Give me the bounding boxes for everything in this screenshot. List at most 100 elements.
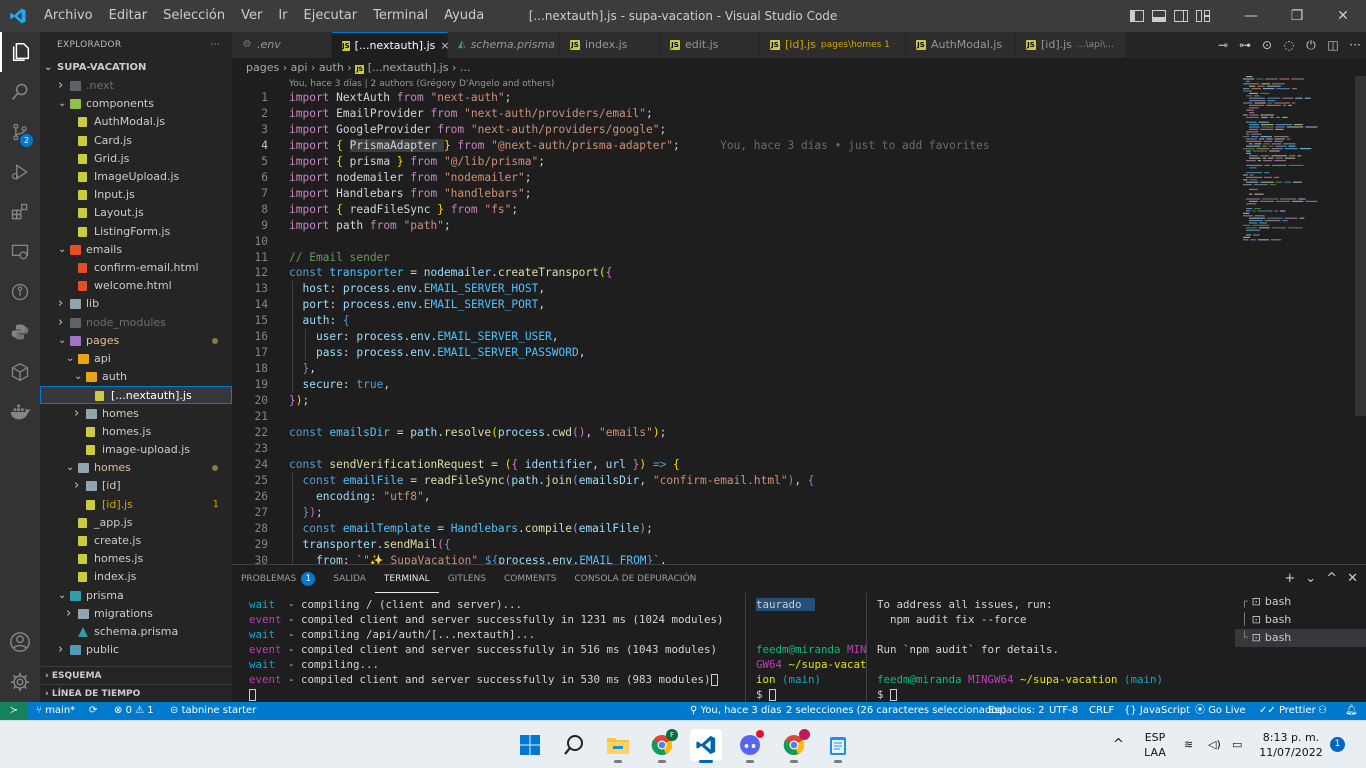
- code-line[interactable]: 17 pass: process.env.EMAIL_SERVER_PASSWO…: [232, 345, 1232, 362]
- editor-tab[interactable]: JS AuthModal.js: [906, 32, 1016, 58]
- file-item[interactable]: schema.prisma: [40, 623, 232, 641]
- terminal-pane-1[interactable]: wait - compiling / (client and server)..…: [249, 597, 749, 702]
- code-line[interactable]: 2 import EmailProvider from "next-auth/pr…: [232, 106, 1232, 122]
- terminal-divider[interactable]: [745, 593, 746, 703]
- breadcrumb-item[interactable]: api: [291, 61, 308, 74]
- chrome-icon[interactable]: F: [646, 729, 678, 763]
- sync-icon[interactable]: ⟳: [89, 702, 97, 720]
- breadcrumb-item[interactable]: auth: [319, 61, 344, 74]
- language-indicator[interactable]: ESP LAA: [1140, 730, 1170, 760]
- folder-item[interactable]: › public: [40, 641, 232, 659]
- code-line[interactable]: 21: [232, 409, 1232, 425]
- folder-item[interactable]: ⌄ api: [40, 350, 232, 368]
- selection-status[interactable]: 2 selecciones (26 caracteres seleccionad…: [786, 702, 1007, 720]
- terminal-pane-3[interactable]: To address all issues, run: npm audit fi…: [877, 597, 1227, 702]
- editor-tab[interactable]: JS [...nextauth].js ×: [332, 32, 450, 58]
- file-item[interactable]: Layout.js: [40, 204, 232, 222]
- chrome-profile-icon[interactable]: [778, 729, 810, 763]
- encoding-status[interactable]: UTF-8: [1049, 702, 1078, 720]
- terminal-dropdown-button[interactable]: ⌄: [1305, 571, 1316, 586]
- layout-sidebar-icon[interactable]: [1126, 0, 1148, 32]
- battery-icon[interactable]: ▭: [1232, 737, 1242, 752]
- file-item[interactable]: confirm-email.html: [40, 259, 232, 277]
- prettier-status[interactable]: ✓✓ Prettier: [1259, 702, 1316, 720]
- open-changes-icon[interactable]: ⊙: [1256, 38, 1278, 52]
- menu-item-terminal[interactable]: Terminal: [365, 0, 436, 32]
- layout-panel-icon[interactable]: [1148, 0, 1170, 32]
- code-line[interactable]: 23: [232, 441, 1232, 457]
- clock[interactable]: 8:13 p. m. 11/07/2022: [1258, 730, 1324, 760]
- indentation-status[interactable]: Espacios: 2: [988, 702, 1045, 720]
- editor-tab[interactable]: JS index.js: [560, 32, 660, 58]
- folder-item[interactable]: ⌄ components: [40, 95, 232, 113]
- code-line[interactable]: 7 import Handlebars from "handlebars";: [232, 186, 1232, 202]
- terminal-list-item[interactable]: └ ⊡ bash: [1235, 629, 1366, 647]
- volume-icon[interactable]: ◁): [1208, 737, 1221, 752]
- terminal-divider[interactable]: [866, 593, 867, 703]
- maximize-button[interactable]: ❐: [1274, 0, 1320, 32]
- editor-tab[interactable]: JS [id].js pages\homes 1: [760, 32, 906, 58]
- minimize-button[interactable]: —: [1228, 0, 1274, 32]
- blame-status[interactable]: ⚲ You, hace 3 días: [690, 702, 781, 720]
- eol-status[interactable]: CRLF: [1089, 702, 1114, 720]
- code-line[interactable]: 26 encoding: "utf8",: [232, 488, 1232, 505]
- code-line[interactable]: 8 import { readFileSync } from "fs";: [232, 202, 1232, 218]
- terminal-pane-2[interactable]: taurado feedm@miranda MIN GW64 ~/supa-vac…: [756, 597, 866, 702]
- code-line[interactable]: 28 const emailTemplate = Handlebars.comp…: [232, 520, 1232, 537]
- problems-status[interactable]: ⊗ 0 ⚠ 1: [114, 702, 154, 720]
- code-line[interactable]: 3 import GoogleProvider from "next-auth/p…: [232, 122, 1232, 138]
- folder-item[interactable]: ⌄ prisma: [40, 587, 232, 605]
- file-item[interactable]: Grid.js: [40, 150, 232, 168]
- panel-tab-gitlens[interactable]: GITLENS: [439, 566, 495, 592]
- windows-start-icon[interactable]: [514, 729, 546, 761]
- menu-item-ver[interactable]: Ver: [233, 0, 270, 32]
- breadcrumb-item[interactable]: [...nextauth].js: [368, 61, 449, 74]
- file-item[interactable]: homes.js: [40, 423, 232, 441]
- tabnine-status[interactable]: ⊝ tabnine starter: [170, 702, 256, 720]
- remote-explorer-icon[interactable]: [0, 232, 40, 272]
- run-debug-icon[interactable]: [0, 152, 40, 192]
- code-line[interactable]: 10: [232, 234, 1232, 250]
- folder-item[interactable]: › [id]: [40, 477, 232, 495]
- code-line[interactable]: 22 const emailsDir = path.resolve(process…: [232, 425, 1232, 441]
- maximize-panel-button[interactable]: ^: [1326, 571, 1337, 586]
- timeline-section[interactable]: › LÍNEA DE TIEMPO: [40, 684, 232, 702]
- search-icon[interactable]: [0, 72, 40, 112]
- code-editor[interactable]: 1 import NextAuth from "next-auth"; 2 impor…: [232, 90, 1232, 564]
- more-actions-icon[interactable]: ···: [1344, 38, 1366, 52]
- search-icon[interactable]: [558, 729, 590, 761]
- file-item[interactable]: Input.js: [40, 186, 232, 204]
- menu-item-archivo[interactable]: Archivo: [36, 0, 101, 32]
- notifications-icon[interactable]: 🔔︎: [1345, 702, 1358, 720]
- feedback-icon[interactable]: ⚇: [1318, 702, 1327, 720]
- discord-icon[interactable]: [734, 729, 766, 763]
- folder-item[interactable]: › .next: [40, 77, 232, 95]
- file-item[interactable]: [...nextauth].js: [40, 386, 232, 405]
- customize-layout-icon[interactable]: [1192, 0, 1214, 32]
- code-line[interactable]: 11 // Email sender: [232, 250, 1232, 266]
- source-control-icon[interactable]: 2: [0, 112, 40, 152]
- code-line[interactable]: 18 },: [232, 361, 1232, 378]
- code-line[interactable]: 25 const emailFile = readFileSync(path.j…: [232, 472, 1232, 489]
- remote-indicator-icon[interactable]: ≻: [0, 702, 28, 720]
- editor-tab[interactable]: ◭ schema.prisma: [448, 32, 560, 58]
- outline-section[interactable]: › ESQUEMA: [40, 666, 232, 684]
- code-line[interactable]: 24 const sendVerificationRequest = ({ ide…: [232, 457, 1232, 473]
- terminal-list-item[interactable]: ┌ ⊡ bash: [1235, 593, 1366, 611]
- code-line[interactable]: 15 auth: {: [232, 313, 1232, 330]
- folder-item[interactable]: ⌄ homes: [40, 459, 232, 477]
- editor-tab[interactable]: JS [id].js ...\api\...: [1016, 32, 1126, 58]
- file-explorer-icon[interactable]: [602, 729, 634, 763]
- show-hidden-icons[interactable]: ^: [1113, 737, 1124, 752]
- folder-item[interactable]: › node_modules: [40, 314, 232, 332]
- layout-sidebar-right-icon[interactable]: [1170, 0, 1192, 32]
- python-icon[interactable]: [0, 312, 40, 352]
- panel-tab-consola-de-depuración[interactable]: CONSOLA DE DEPURACIÓN: [566, 566, 706, 592]
- file-item[interactable]: [id].js 1: [40, 496, 232, 514]
- notification-badge[interactable]: 1: [1330, 737, 1345, 752]
- codelens-blame[interactable]: You, hace 3 días | 2 authors (Grégory D'…: [289, 78, 554, 90]
- file-item[interactable]: _app.js: [40, 514, 232, 532]
- workspace-root[interactable]: ⌄ SUPA-VACATION: [40, 59, 232, 77]
- file-item[interactable]: image-upload.js: [40, 441, 232, 459]
- go-back-icon[interactable]: ⊸: [1212, 38, 1234, 52]
